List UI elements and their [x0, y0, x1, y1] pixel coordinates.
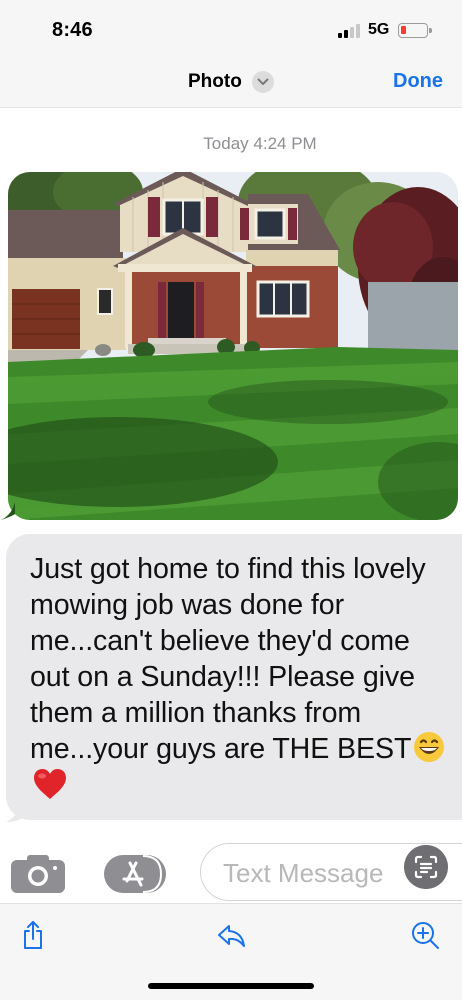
message-line: out on a Sunday!!! Please give	[30, 661, 415, 693]
status-bar: 8:46 5G	[0, 0, 462, 58]
message-body: Just got home to find this lovely mowing…	[30, 551, 452, 804]
grinning-face-emoji	[414, 732, 445, 762]
house-photo	[8, 172, 458, 520]
timestamp-time: 4:24 PM	[253, 134, 317, 153]
app-store-icon[interactable]	[103, 854, 167, 894]
message-line: me...can't believe they'd come	[30, 625, 410, 657]
photo-message[interactable]	[8, 172, 458, 520]
page-title[interactable]: Photo	[188, 71, 242, 93]
photo-bubble-tail	[1, 502, 15, 520]
camera-icon[interactable]	[10, 854, 66, 894]
message-line: mowing job was done for	[30, 589, 344, 621]
message-line: Just got home to find this lovely	[30, 553, 426, 585]
message-line: me...your guys are THE BEST	[30, 733, 412, 765]
nav-bar: Photo Done	[0, 58, 462, 108]
network-type: 5G	[368, 21, 390, 38]
compose-bar	[0, 834, 462, 904]
message-timestamp: Today 4:24 PM	[0, 134, 462, 154]
done-button[interactable]: Done	[393, 70, 443, 93]
chevron-down-icon[interactable]	[252, 71, 274, 93]
text-message[interactable]: Just got home to find this lovely mowing…	[6, 534, 462, 822]
reply-icon[interactable]	[216, 920, 246, 950]
zoom-in-icon[interactable]	[410, 920, 440, 950]
red-heart-emoji	[34, 769, 66, 799]
live-text-scan-icon[interactable]	[404, 845, 448, 889]
text-bubble-tail	[6, 802, 26, 822]
battery-icon	[398, 23, 432, 38]
cellular-signal-icon	[338, 24, 362, 38]
bottom-toolbar	[0, 903, 462, 1000]
home-indicator[interactable]	[148, 983, 314, 989]
status-time: 8:46	[52, 19, 93, 41]
message-input[interactable]	[223, 858, 413, 889]
timestamp-day: Today	[203, 134, 249, 153]
message-line: them a million thanks from	[30, 697, 362, 729]
share-icon[interactable]	[18, 920, 48, 950]
